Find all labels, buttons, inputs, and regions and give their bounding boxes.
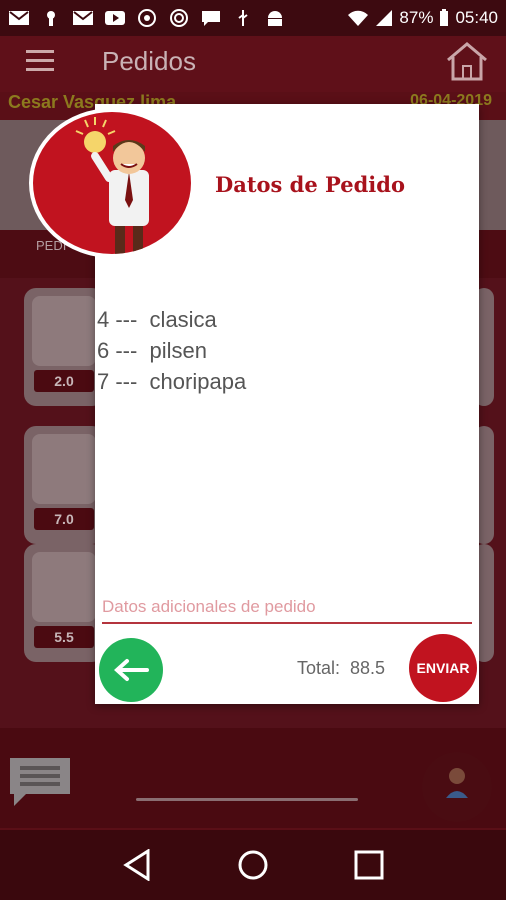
back-nav-icon[interactable] (122, 849, 152, 881)
gmail-icon (73, 11, 93, 25)
menu-icon[interactable] (26, 50, 54, 72)
notes-input[interactable] (102, 592, 472, 624)
product-price: 7.0 (34, 508, 94, 530)
send-button[interactable]: ENVIAR (409, 634, 477, 702)
keyhole-icon (47, 11, 55, 26)
app-bar: Pedidos (0, 36, 506, 92)
target-icon (170, 9, 188, 27)
home-icon[interactable] (444, 40, 490, 82)
order-item: 7 --- choripapa (97, 369, 247, 394)
dialog-title: Datos de Pedido (215, 172, 405, 197)
product-card[interactable]: 2.0 (24, 288, 104, 406)
home-nav-icon[interactable] (237, 849, 269, 881)
battery-icon (440, 9, 449, 26)
gmail-icon (9, 11, 29, 25)
status-bar: 87% 05:40 (0, 0, 506, 36)
burger-image (32, 296, 96, 366)
page-title: Pedidos (102, 46, 196, 76)
wifi-icon (348, 10, 369, 26)
message-icon (202, 11, 220, 26)
product-price: 5.5 (34, 626, 94, 648)
system-nav-bar (0, 830, 506, 900)
recents-nav-icon[interactable] (354, 850, 384, 880)
person-icon (446, 768, 468, 798)
order-item: 6 --- pilsen (97, 338, 208, 363)
battery-percent: 87% (399, 8, 434, 27)
hotdog-image (32, 552, 96, 622)
youtube-icon (105, 11, 125, 25)
bottom-bar (0, 728, 506, 828)
user-fab[interactable] (422, 752, 492, 822)
clock: 05:40 (455, 8, 498, 27)
avatar (29, 108, 195, 258)
chat-icon[interactable] (6, 756, 74, 808)
usb-icon (238, 10, 248, 26)
divider (136, 798, 358, 801)
chrome-icon (138, 9, 156, 27)
product-card[interactable]: 5.5 (24, 544, 104, 662)
order-item: 4 --- clasica (97, 307, 217, 332)
android-icon (268, 11, 282, 26)
signal-icon (376, 10, 393, 26)
order-total: Total: 88.5 (297, 658, 386, 678)
product-price: 2.0 (34, 370, 94, 392)
arrow-left-icon (114, 659, 149, 681)
back-button[interactable] (99, 638, 163, 702)
product-card[interactable]: 7.0 (24, 426, 104, 544)
beer-image (32, 434, 96, 504)
order-items: 4 --- clasica 6 --- pilsen 7 --- choripa… (97, 304, 246, 397)
